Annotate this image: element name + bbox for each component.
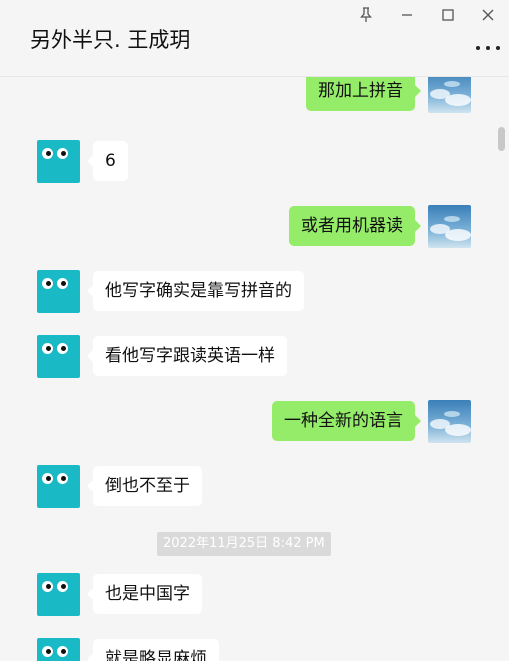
message-bubble[interactable]: 倒也不至于 xyxy=(87,466,202,506)
message-bubble[interactable]: 他写字确实是靠写拼音的 xyxy=(87,271,304,311)
minimize-icon xyxy=(402,14,412,16)
message-timestamp: 2022年11月25日 8:42 PM xyxy=(157,532,331,556)
pin-button[interactable] xyxy=(354,4,378,26)
message-list[interactable]: 2022年11月25日 8:42 PM 那加上拼音 6 或者用机器读他写字确实是靠写… xyxy=(0,77,509,661)
message-bubble[interactable]: 一种全新的语言 xyxy=(272,401,421,441)
received-message: 看他写字跟读英语一样 xyxy=(0,335,509,379)
contact-avatar[interactable] xyxy=(37,270,80,313)
eye-icon xyxy=(57,278,68,289)
sent-message: 或者用机器读 xyxy=(0,205,509,249)
more-icon xyxy=(476,46,480,50)
sky-photo-icon xyxy=(428,77,471,113)
message-bubble[interactable]: 6 xyxy=(87,141,128,181)
chat-title: 另外半只. 王成玥 xyxy=(30,28,191,52)
sent-message: 一种全新的语言 xyxy=(0,400,509,444)
eye-icon xyxy=(42,473,53,484)
eye-icon xyxy=(57,646,68,657)
my-avatar[interactable] xyxy=(428,205,471,248)
sky-photo-icon xyxy=(428,205,471,248)
eye-icon xyxy=(57,343,68,354)
received-message: 6 xyxy=(0,140,509,184)
minimize-button[interactable] xyxy=(395,4,419,26)
chat-window: 另外半只. 王成玥 2022年11月25日 8:42 PM 那加上拼音 6 或者… xyxy=(0,0,509,661)
eye-icon xyxy=(42,278,53,289)
contact-avatar[interactable] xyxy=(37,573,80,616)
eye-icon xyxy=(57,473,68,484)
eye-icon xyxy=(42,581,53,592)
contact-avatar[interactable] xyxy=(37,140,80,183)
eye-icon xyxy=(42,148,53,159)
maximize-icon xyxy=(442,9,454,21)
message-bubble[interactable]: 那加上拼音 xyxy=(306,77,421,111)
received-message: 也是中国字 xyxy=(0,573,509,617)
pin-icon xyxy=(360,7,372,22)
contact-avatar[interactable] xyxy=(37,465,80,508)
close-icon xyxy=(482,9,494,21)
eye-icon xyxy=(57,148,68,159)
message-bubble[interactable]: 就是略显麻烦 xyxy=(87,639,219,661)
more-button[interactable] xyxy=(476,40,500,56)
message-bubble[interactable]: 或者用机器读 xyxy=(289,206,421,246)
my-avatar[interactable] xyxy=(428,77,471,113)
received-message: 他写字确实是靠写拼音的 xyxy=(0,270,509,314)
eye-icon xyxy=(57,581,68,592)
my-avatar[interactable] xyxy=(428,400,471,443)
sent-message: 那加上拼音 xyxy=(0,77,509,114)
contact-avatar[interactable] xyxy=(37,638,80,661)
message-bubble[interactable]: 也是中国字 xyxy=(87,574,202,614)
contact-avatar[interactable] xyxy=(37,335,80,378)
received-message: 就是略显麻烦 xyxy=(0,638,509,661)
message-bubble[interactable]: 看他写字跟读英语一样 xyxy=(87,336,287,376)
title-bar: 另外半只. 王成玥 xyxy=(0,0,509,77)
eye-icon xyxy=(42,646,53,657)
maximize-button[interactable] xyxy=(436,4,460,26)
received-message: 倒也不至于 xyxy=(0,465,509,509)
close-button[interactable] xyxy=(476,4,500,26)
eye-icon xyxy=(42,343,53,354)
sky-photo-icon xyxy=(428,400,471,443)
